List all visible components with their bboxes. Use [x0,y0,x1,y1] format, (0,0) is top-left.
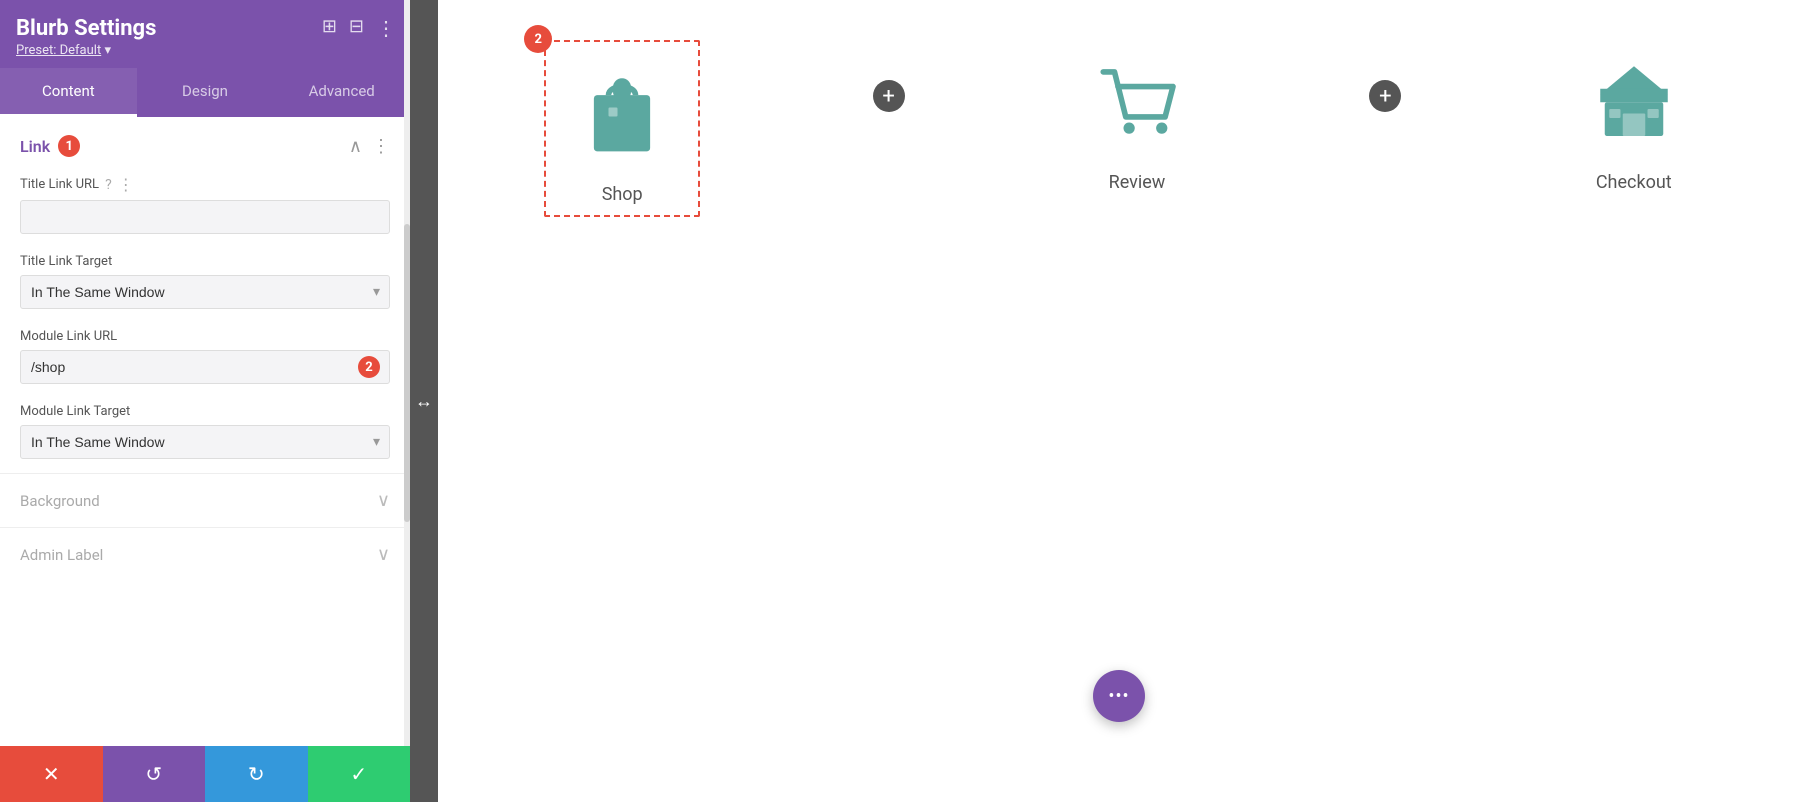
review-icon-wrap [1077,40,1197,160]
link-label: Link [20,137,50,156]
redo-icon: ↻ [248,762,265,787]
cancel-button[interactable]: ✕ [0,746,103,802]
save-icon: ✓ [350,762,367,787]
tab-design[interactable]: Design [137,68,274,117]
canvas-row: 2 Shop + [458,40,1780,217]
sidebar-preset[interactable]: Preset: Default ▾ [16,43,394,58]
title-link-url-label: Title Link URL ? ⋮ [20,175,390,194]
cancel-icon: ✕ [43,762,60,787]
help-icon[interactable]: ? [105,177,112,193]
main-canvas: 2 Shop + [438,0,1800,802]
module-link-url-field: 2 [20,350,390,384]
add-between-review-checkout[interactable]: + [1369,80,1401,112]
shop-icon-wrap [562,52,682,172]
blurb-item-shop[interactable]: 2 Shop [544,40,700,217]
checkout-icon-wrap [1574,40,1694,160]
tab-content[interactable]: Content [0,68,137,117]
add-between-shop-review[interactable]: + [873,80,905,112]
save-button[interactable]: ✓ [308,746,411,802]
admin-label-section[interactable]: Admin Label ∨ [0,527,410,581]
resize-icon: ↔ [415,391,433,412]
section-title-link: Link 1 [20,135,80,157]
fab-button[interactable]: ••• [1093,670,1145,722]
background-section[interactable]: Background ∨ [0,473,410,527]
tab-advanced[interactable]: Advanced [273,68,410,117]
redo-button[interactable]: ↻ [205,746,308,802]
sidebar: Blurb Settings Preset: Default ▾ ⊞ ⊟ ⋮ C… [0,0,410,802]
sidebar-header-icons: ⊞ ⊟ ⋮ [322,16,396,40]
expand-icon[interactable]: ⊞ [322,16,337,40]
title-link-target-label: Title Link Target [20,254,390,269]
shop-icon [577,67,667,157]
canvas-badge-2: 2 [524,25,552,53]
shop-label: Shop [602,184,643,205]
undo-icon: ↺ [145,762,162,787]
module-link-url-input[interactable] [20,350,390,384]
module-link-target-group: Module Link Target In The Same Window In… [0,398,410,473]
blurb-item-review[interactable]: Review [1077,40,1197,193]
section-controls: ∧ ⋮ [349,136,390,157]
fab-icon: ••• [1108,686,1129,707]
admin-label-label: Admin Label [20,546,103,564]
tab-bar: Content Design Advanced [0,68,410,117]
module-link-badge: 2 [358,356,380,378]
title-link-url-input[interactable] [20,200,390,234]
section-more-icon[interactable]: ⋮ [372,136,390,157]
link-badge: 1 [58,135,80,157]
sidebar-content: Link 1 ∧ ⋮ Title Link URL ? ⋮ Title Link… [0,117,410,802]
sidebar-header: Blurb Settings Preset: Default ▾ ⊞ ⊟ ⋮ [0,0,410,68]
field-more-icon[interactable]: ⋮ [118,175,134,194]
title-link-target-group: Title Link Target In The Same Window In … [0,248,410,323]
background-chevron-icon: ∨ [377,490,390,511]
background-label: Background [20,492,100,510]
collapse-icon[interactable]: ∧ [349,136,362,157]
module-link-target-select-wrapper: In The Same Window In A New Tab ▾ [20,425,390,459]
title-link-target-select-wrapper: In The Same Window In A New Tab ▾ [20,275,390,309]
resizer-handle[interactable]: ↔ [410,0,438,802]
more-icon[interactable]: ⋮ [376,16,396,40]
admin-label-chevron-icon: ∨ [377,544,390,565]
module-link-target-select[interactable]: In The Same Window In A New Tab [20,425,390,459]
checkout-label: Checkout [1596,172,1672,193]
blurb-item-checkout[interactable]: Checkout [1574,40,1694,193]
columns-icon[interactable]: ⊟ [349,16,364,40]
title-link-url-group: Title Link URL ? ⋮ [0,169,410,248]
module-link-url-label: Module Link URL [20,329,390,344]
module-link-url-group: Module Link URL 2 [0,323,410,398]
shop-selection-border: Shop [544,40,700,217]
title-link-target-select[interactable]: In The Same Window In A New Tab [20,275,390,309]
action-bar: ✕ ↺ ↻ ✓ [0,746,410,802]
review-label: Review [1109,172,1166,193]
link-section-header: Link 1 ∧ ⋮ [0,117,410,169]
undo-button[interactable]: ↺ [103,746,206,802]
checkout-icon [1589,55,1679,145]
review-icon [1092,55,1182,145]
module-link-target-label: Module Link Target [20,404,390,419]
